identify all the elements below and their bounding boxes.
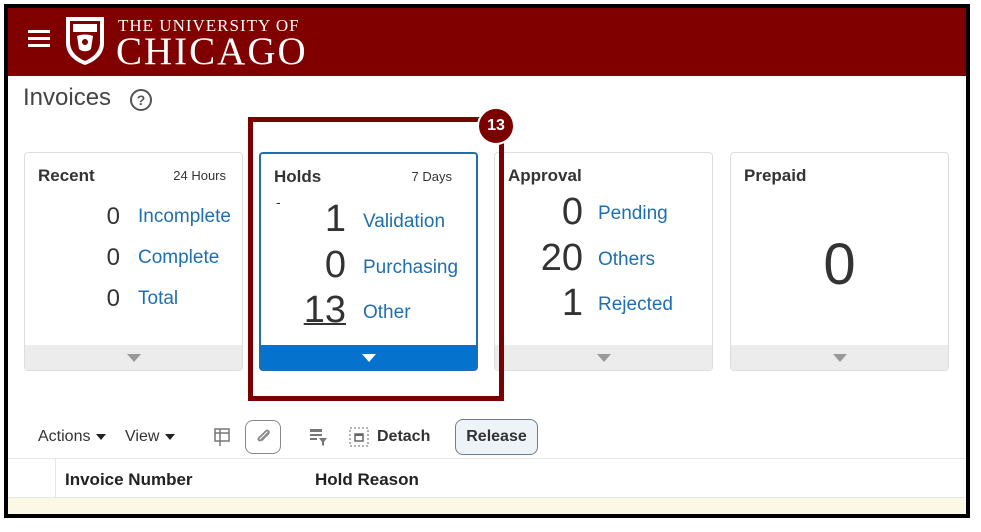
brand-main-text: CHICAGO [116, 30, 308, 73]
recent-count: 0 [106, 285, 120, 312]
pending-link[interactable]: Pending [598, 203, 668, 225]
recent-count: 0 [106, 244, 120, 271]
recent-card-footer[interactable] [25, 345, 242, 370]
page-title: Invoices [23, 84, 112, 111]
column-header-invoice-number[interactable]: Invoice Number [65, 470, 193, 490]
column-divider [55, 459, 56, 499]
filter-icon[interactable] [307, 426, 329, 448]
approval-card[interactable]: Approval 0 Pending 20 Others 1 Rejected [494, 152, 713, 371]
chevron-down-icon [126, 354, 141, 362]
view-label: View [125, 428, 160, 445]
release-button[interactable]: Release [455, 419, 538, 455]
screenshot-frame: THE UNIVERSITY OF CHICAGO Invoices ? Rec… [4, 4, 970, 518]
university-crest-icon [66, 17, 104, 65]
freeze-columns-icon[interactable] [212, 426, 234, 448]
actions-label: Actions [38, 428, 91, 445]
table-row[interactable] [8, 498, 966, 514]
column-header-hold-reason[interactable]: Hold Reason [315, 470, 419, 490]
recent-card-period: 24 Hours [173, 168, 226, 183]
approval-count: 20 [540, 237, 583, 279]
table-header: Invoice Number Hold Reason [8, 458, 966, 499]
view-menu[interactable]: View [125, 428, 176, 446]
recent-card[interactable]: Recent 24 Hours 0 Incomplete 0 Complete … [24, 152, 243, 371]
chevron-down-icon [832, 354, 847, 362]
approval-count: 0 [561, 191, 583, 233]
prepaid-card-footer[interactable] [731, 345, 948, 370]
attachment-button[interactable] [245, 420, 281, 454]
detach-button[interactable]: Detach [377, 428, 430, 446]
caret-down-icon [96, 433, 107, 440]
prepaid-card[interactable]: Prepaid 0 [730, 152, 949, 371]
question-circle-icon[interactable]: ? [130, 89, 152, 111]
rejected-link[interactable]: Rejected [598, 294, 673, 316]
chevron-down-icon [596, 354, 611, 362]
approval-card-footer[interactable] [495, 345, 712, 370]
app-header: THE UNIVERSITY OF CHICAGO [8, 8, 966, 76]
incomplete-link[interactable]: Incomplete [138, 206, 231, 228]
complete-link[interactable]: Complete [138, 247, 219, 269]
table-toolbar: Actions View Detach Release [8, 418, 966, 458]
recent-card-title: Recent [38, 166, 95, 185]
hamburger-menu-icon[interactable] [28, 30, 50, 48]
actions-menu[interactable]: Actions [38, 428, 107, 446]
approval-card-title: Approval [508, 166, 582, 185]
prepaid-card-title: Prepaid [744, 166, 807, 185]
prepaid-count[interactable]: 0 [731, 231, 948, 298]
recent-count: 0 [106, 203, 120, 230]
approval-count: 1 [561, 282, 583, 324]
total-link[interactable]: Total [138, 288, 178, 310]
callout-highlight-box [248, 117, 504, 401]
caret-down-icon [165, 433, 176, 440]
others-link[interactable]: Others [598, 249, 655, 271]
paperclip-icon [257, 429, 270, 442]
callout-step-badge: 13 [477, 107, 515, 145]
detach-icon[interactable] [348, 426, 370, 448]
